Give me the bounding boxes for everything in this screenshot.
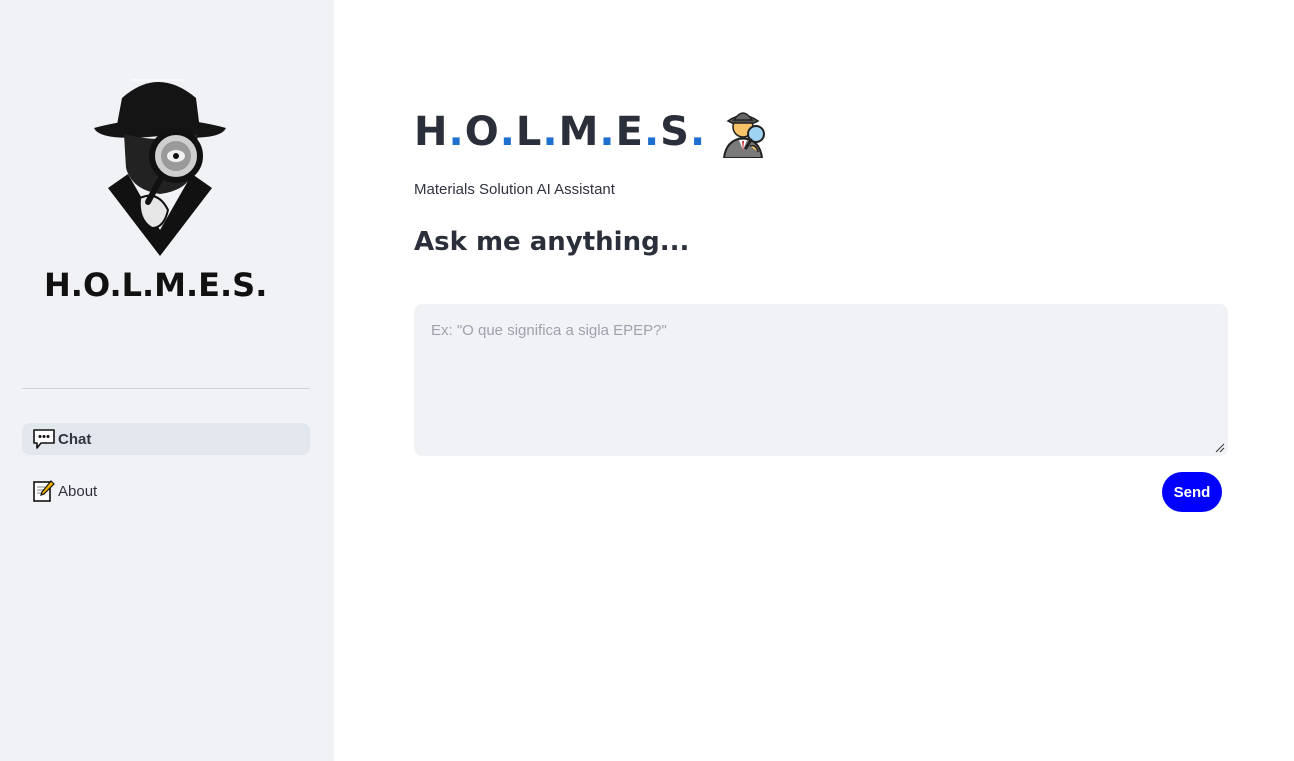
title-letter: S <box>660 109 690 155</box>
title-dot: . <box>542 109 559 155</box>
page-subtitle: Materials Solution AI Assistant <box>414 181 615 198</box>
page-title: H.O.L.M.E.S. <box>414 106 768 158</box>
title-dot: . <box>643 109 661 155</box>
speech-balloon-icon <box>32 427 56 451</box>
title-dot: . <box>499 109 516 155</box>
sidebar-divider <box>22 388 310 389</box>
memo-icon <box>32 479 56 503</box>
sidebar-item-label: Chat <box>58 430 92 448</box>
sidebar-item-label: About <box>58 482 98 500</box>
title-dot: . <box>448 109 465 155</box>
title-letter: L <box>515 109 543 155</box>
title-letter: E <box>615 109 644 155</box>
section-heading: Ask me anything... <box>414 227 690 257</box>
sidebar-item-about[interactable]: About <box>22 475 310 507</box>
holmes-logo: H.O.L.M.E.S. <box>40 70 280 326</box>
sidebar: H.O.L.M.E.S. Chat About <box>0 0 334 761</box>
title-letter: O <box>464 109 500 155</box>
send-button[interactable]: Send <box>1162 472 1222 512</box>
question-input[interactable] <box>414 304 1228 456</box>
title-dot: . <box>689 109 707 155</box>
detective-icon <box>723 112 766 158</box>
title-letter: H <box>414 109 449 155</box>
title-dot: . <box>599 109 616 155</box>
resize-handle-icon[interactable] <box>1215 443 1225 453</box>
logo-wordmark: H.O.L.M.E.S. <box>44 266 268 304</box>
sidebar-nav: Chat About <box>22 423 310 527</box>
question-input-container <box>414 304 1228 456</box>
sidebar-item-chat[interactable]: Chat <box>22 423 310 455</box>
app: H.O.L.M.E.S. Chat About H . O . L . M . … <box>0 0 1294 761</box>
title-letter: M <box>558 109 600 155</box>
main-content: H.O.L.M.E.S. Materials Solution AI Assis… <box>334 0 1294 761</box>
detective-logo-icon <box>94 79 226 256</box>
